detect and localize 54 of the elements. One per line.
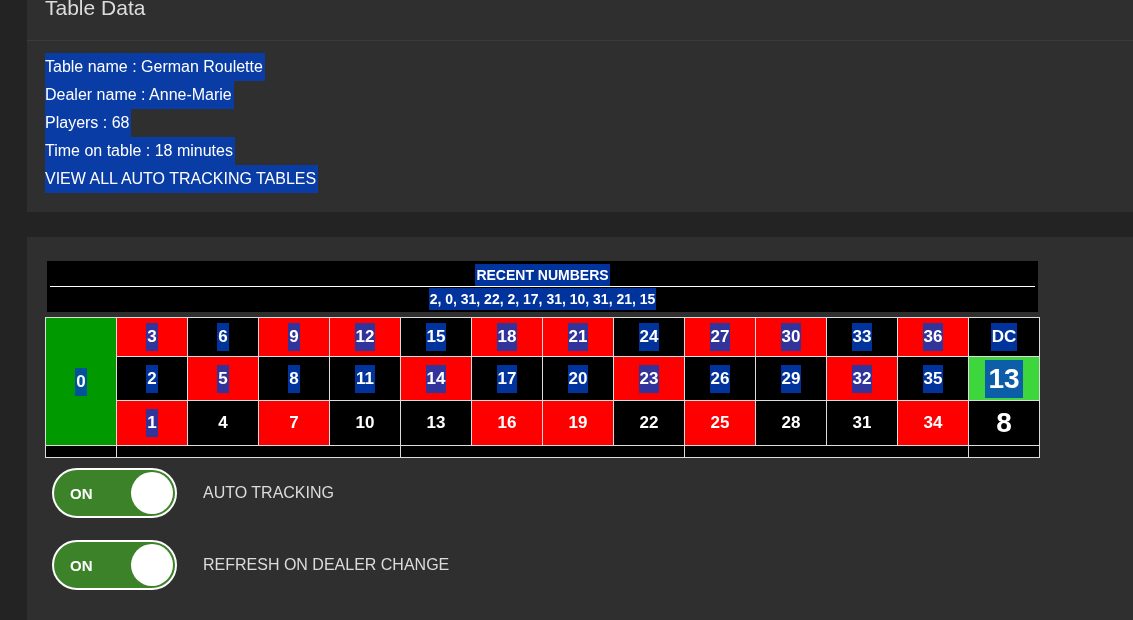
- cell-number: 14: [425, 364, 447, 393]
- cell-number: 12: [354, 323, 376, 351]
- cell-number: 23: [638, 364, 660, 393]
- cell-number: 36: [922, 323, 944, 351]
- info-text: Dealer name : Anne-Marie: [45, 81, 234, 109]
- cell-number: 24: [638, 323, 660, 351]
- cell-number: 3: [146, 323, 158, 351]
- toggle-label: REFRESH ON DEALER CHANGE: [203, 556, 450, 574]
- cell-number: 0: [75, 367, 87, 396]
- cell-number: 34: [922, 412, 944, 434]
- cell-number: 19: [567, 412, 589, 434]
- panel-title: Table Data: [45, 0, 146, 16]
- cell-number: DC: [990, 323, 1018, 351]
- cell-number: 17: [496, 364, 518, 393]
- view-all-link[interactable]: VIEW ALL AUTO TRACKING TABLES: [45, 165, 319, 193]
- cell-number: 35: [922, 364, 944, 393]
- toggle-label: AUTO TRACKING: [203, 484, 334, 502]
- toggle-knob: [131, 544, 173, 586]
- cell-number: 32: [851, 364, 873, 393]
- cell-number: 8: [288, 364, 300, 393]
- cell-number: 13: [425, 412, 447, 434]
- cell-number: 28: [780, 412, 802, 434]
- cell-number: 21: [567, 323, 589, 351]
- cell-number: 4: [217, 412, 229, 434]
- cell-number: 15: [425, 323, 447, 351]
- cell-number: 27: [709, 323, 731, 351]
- cell-number: 10: [354, 412, 376, 434]
- cell-number: 7: [288, 412, 300, 434]
- toggle-switch[interactable]: ON: [52, 540, 177, 590]
- recent-numbers-list: 2, 0, 31, 22, 2, 17, 31, 10, 31, 21, 15: [428, 288, 657, 310]
- cell-number: 26: [709, 364, 731, 393]
- cell-number: 18: [496, 323, 518, 351]
- cell-number: 13: [985, 359, 1023, 398]
- info-text: Time on table : 18 minutes: [45, 137, 235, 165]
- cell-number: 1: [146, 409, 158, 437]
- cell-number: 20: [567, 364, 589, 393]
- toggle-knob: [131, 472, 173, 514]
- cell-number: 25: [709, 412, 731, 434]
- info-text: Table name : German Roulette: [45, 53, 265, 81]
- cell-number: 22: [638, 412, 660, 434]
- cell-number: 31: [851, 412, 873, 434]
- cell-number: 16: [496, 412, 518, 434]
- cell-number: 30: [780, 323, 802, 351]
- recent-numbers-heading: RECENT NUMBERS: [475, 264, 610, 286]
- cell-number: 33: [851, 323, 873, 351]
- cell-number: 29: [780, 364, 802, 393]
- cell-number: 9: [288, 323, 300, 351]
- cell-number: 5: [217, 364, 229, 393]
- toggle-switch[interactable]: ON: [52, 468, 177, 518]
- cell-number: 11: [355, 364, 375, 393]
- cell-number: 2: [146, 364, 158, 393]
- info-text: Players : 68: [45, 109, 132, 137]
- cell-number: 8: [995, 406, 1013, 440]
- cell-number: 6: [217, 323, 229, 351]
